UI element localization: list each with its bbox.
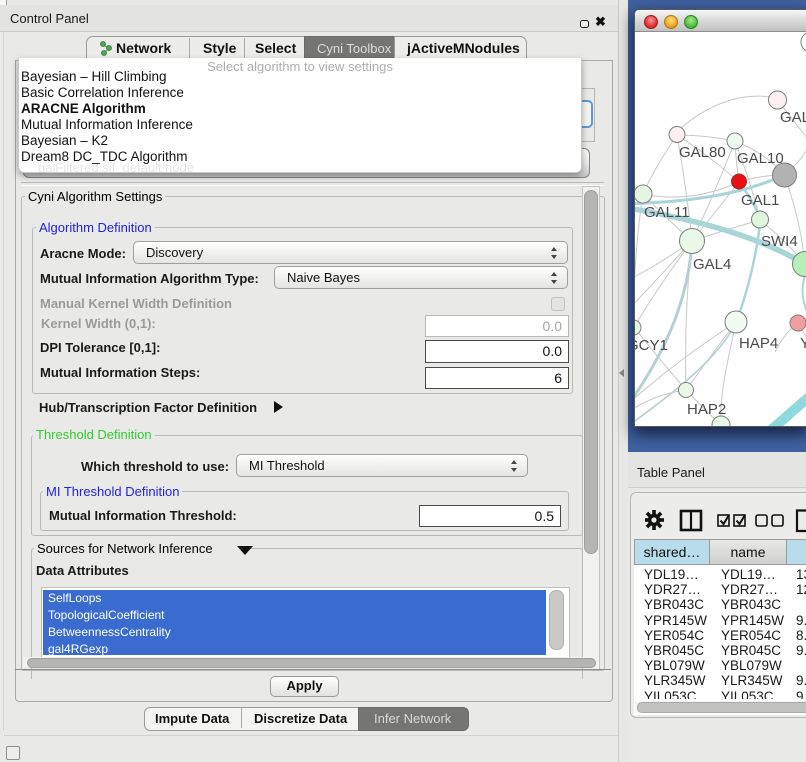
- svg-text:GAL80: GAL80: [679, 144, 726, 161]
- svg-text:GCY1: GCY1: [635, 337, 668, 354]
- svg-text:GAL10: GAL10: [737, 150, 784, 167]
- svg-text:GAL1: GAL1: [741, 192, 779, 209]
- svg-text:Y: Y: [800, 335, 806, 352]
- svg-text:GAL11: GAL11: [644, 204, 690, 221]
- svg-text:GAL7: GAL7: [780, 109, 806, 126]
- svg-text:HAP4: HAP4: [739, 335, 778, 352]
- svg-text:SWI4: SWI4: [761, 233, 798, 250]
- svg-text:HAP2: HAP2: [687, 401, 726, 418]
- svg-text:GAL4: GAL4: [693, 256, 731, 273]
